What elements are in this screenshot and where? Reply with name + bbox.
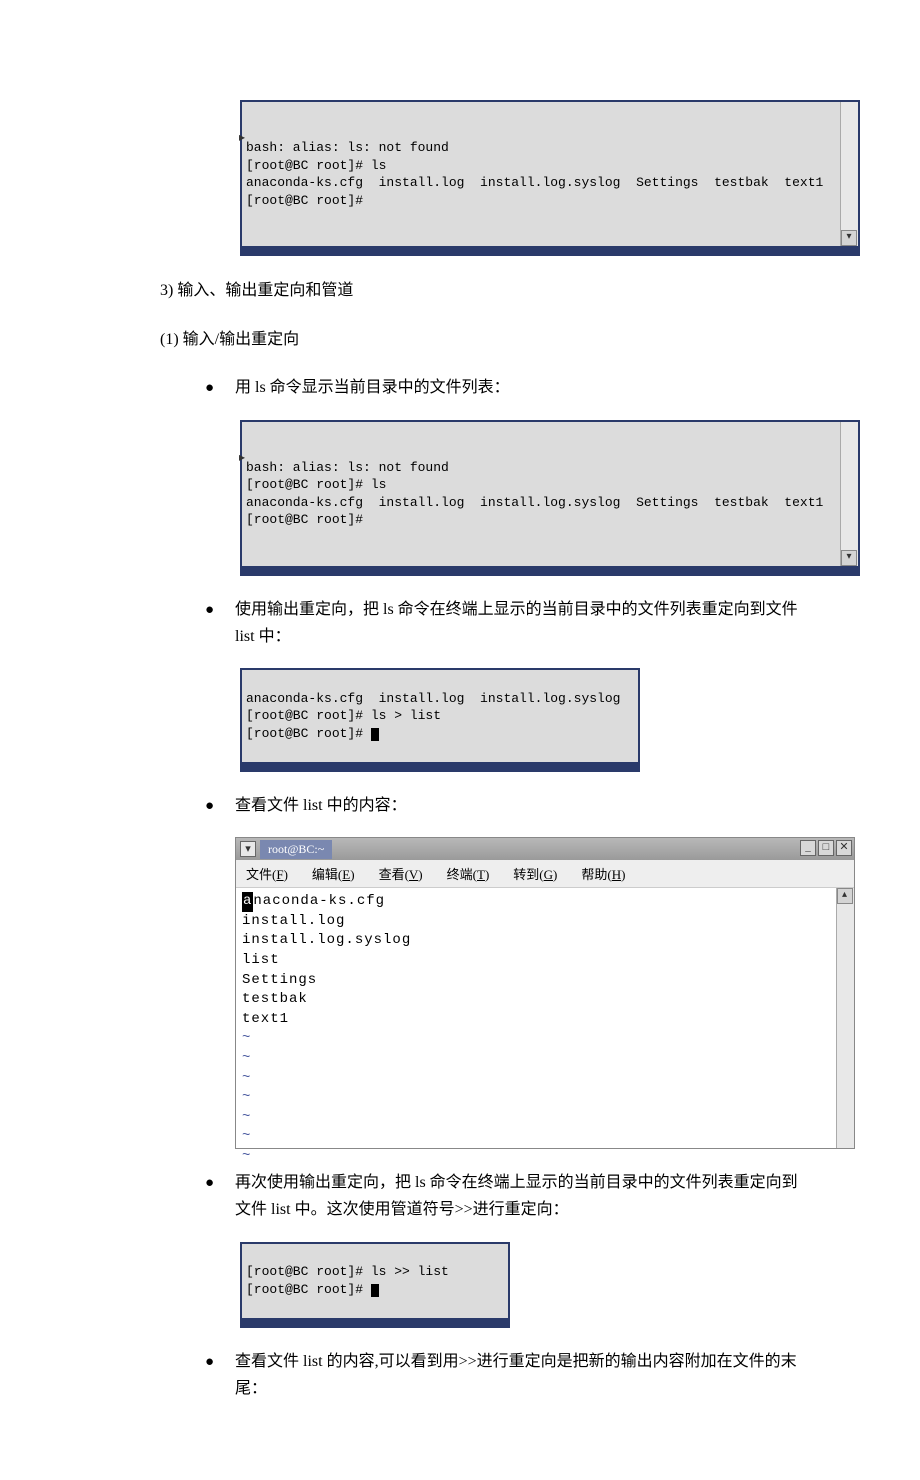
minimize-button[interactable]: _ <box>800 840 816 856</box>
bullet-item-1: 用 ls 命令显示当前目录中的文件列表： <box>205 374 805 401</box>
bullet-item-2: 使用输出重定向，把 ls 命令在终端上显示的当前目录中的文件列表重定向到文件 l… <box>205 596 805 650</box>
left-arrow-mark: ▸ <box>239 450 249 466</box>
menu-view[interactable]: 查看(V) <box>379 864 423 883</box>
vi-tilde: ~ <box>242 1128 251 1144</box>
editor-line-6: text1 <box>242 1011 289 1027</box>
bullet-item-3: 查看文件 list 中的内容： <box>205 792 805 819</box>
vi-tilde: ~ <box>242 1148 251 1164</box>
window-title: root@BC:~ <box>260 840 332 859</box>
term2-line2: anaconda-ks.cfg install.log install.log.… <box>246 495 823 510</box>
menu-file[interactable]: 文件(F) <box>246 864 288 883</box>
section-heading-3: 3) 输入、输出重定向和管道 <box>160 276 860 300</box>
editor-scrollbar[interactable]: ▴ <box>836 888 854 1148</box>
term4-line1: [root@BC root]# ls >> list <box>246 1264 449 1279</box>
editor-line-4: Settings <box>242 972 317 988</box>
editor-line-2: install.log.syslog <box>242 932 411 948</box>
terminal-screenshot-4: [root@BC root]# ls >> list [root@BC root… <box>240 1242 510 1328</box>
editor-line-1: install.log <box>242 913 345 929</box>
window-menu-icon[interactable]: ▾ <box>240 841 256 857</box>
vi-tilde: ~ <box>242 1089 251 1105</box>
term3-line1: anaconda-ks.cfg install.log install.log.… <box>246 691 620 706</box>
editor-line-0-rest: naconda-ks.cfg <box>253 893 385 909</box>
term2-line3: [root@BC root]# <box>246 512 363 527</box>
editor-cursor: a <box>242 892 253 912</box>
terminal-screenshot-1: ▸ bash: alias: ls: not found [root@BC ro… <box>240 100 860 256</box>
terminal-screenshot-2: ▸ bash: alias: ls: not found [root@BC ro… <box>240 420 860 576</box>
terminal-scrollbar[interactable]: ▾ <box>840 102 858 246</box>
vi-tilde: ~ <box>242 1109 251 1125</box>
editor-body: anaconda-ks.cfg install.log install.log.… <box>236 888 854 1148</box>
vi-tilde: ~ <box>242 1030 251 1046</box>
term2-line0: bash: alias: ls: not found <box>246 460 449 475</box>
menu-help[interactable]: 帮助(H) <box>581 864 625 883</box>
scroll-down-icon[interactable]: ▾ <box>841 230 857 246</box>
term2-line1: [root@BC root]# ls <box>246 477 386 492</box>
menu-edit[interactable]: 编辑(E) <box>312 864 355 883</box>
bullet-item-4: 再次使用输出重定向，把 ls 命令在终端上显示的当前目录中的文件列表重定向到文件… <box>205 1169 805 1223</box>
menu-terminal[interactable]: 终端(T) <box>447 864 490 883</box>
term3-line2: [root@BC root]# ls > list <box>246 708 441 723</box>
scroll-down-icon[interactable]: ▾ <box>841 550 857 566</box>
terminal-cursor <box>371 1284 379 1297</box>
bullet-item-5: 查看文件 list 的内容,可以看到用>>进行重定向是把新的输出内容附加在文件的… <box>205 1348 805 1402</box>
scroll-up-icon[interactable]: ▴ <box>837 888 853 904</box>
editor-titlebar: ▾ root@BC:~ _ □ ✕ <box>236 838 854 860</box>
term1-line3: [root@BC root]# <box>246 193 363 208</box>
term3-line3: [root@BC root]# <box>246 726 371 741</box>
terminal-scrollbar[interactable]: ▾ <box>840 422 858 566</box>
close-button[interactable]: ✕ <box>836 840 852 856</box>
term4-line2: [root@BC root]# <box>246 1282 371 1297</box>
maximize-button[interactable]: □ <box>818 840 834 856</box>
editor-line-3: list <box>242 952 280 968</box>
editor-window: ▾ root@BC:~ _ □ ✕ 文件(F) 编辑(E) 查看(V) 终端(T… <box>235 837 855 1149</box>
term1-line0: bash: alias: ls: not found <box>246 140 449 155</box>
term1-line1: [root@BC root]# ls <box>246 158 386 173</box>
vi-tilde: ~ <box>242 1070 251 1086</box>
term1-line2: anaconda-ks.cfg install.log install.log.… <box>246 175 823 190</box>
vi-tilde: ~ <box>242 1050 251 1066</box>
editor-menubar: 文件(F) 编辑(E) 查看(V) 终端(T) 转到(G) 帮助(H) <box>236 860 854 888</box>
subsection-heading-1: (1) 输入/输出重定向 <box>160 325 860 349</box>
terminal-screenshot-3: anaconda-ks.cfg install.log install.log.… <box>240 668 640 772</box>
menu-go[interactable]: 转到(G) <box>513 864 557 883</box>
terminal-cursor <box>371 728 379 741</box>
editor-line-5: testbak <box>242 991 308 1007</box>
left-arrow-mark: ▸ <box>239 130 249 146</box>
